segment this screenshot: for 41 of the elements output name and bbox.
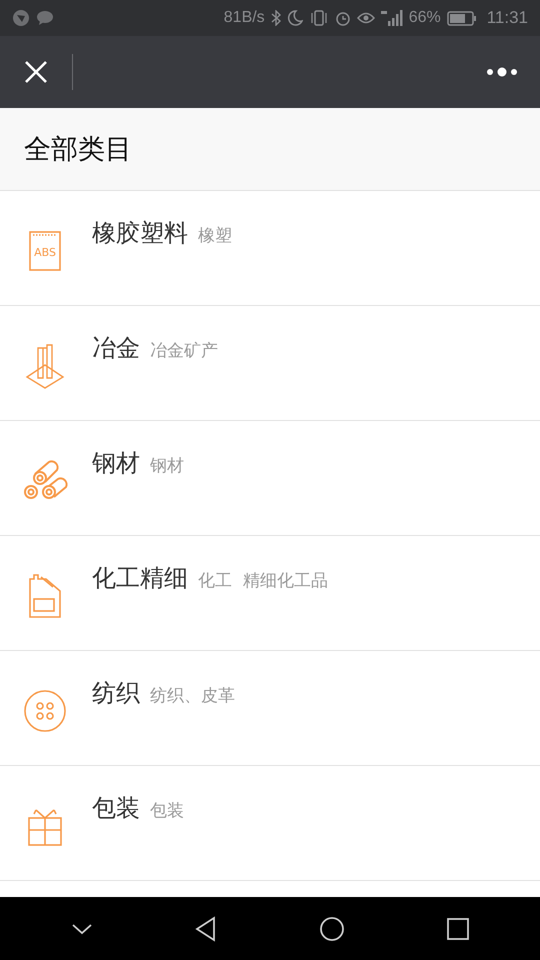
clothing-button-icon [23,689,67,733]
back-button[interactable] [194,916,218,942]
category-description: 包装 [150,800,184,822]
home-button[interactable] [318,916,344,942]
category-item[interactable]: 纺织 纺织、皮革 [0,651,540,766]
eye-icon [356,11,375,25]
moon-icon [286,10,303,26]
category-item[interactable]: ABS 橡胶塑料 橡塑 [0,191,540,306]
category-description: 化工 精细化工品 [198,570,328,592]
page-title: 全部类目 [24,133,132,167]
category-name: 纺织 [92,678,140,709]
recent-apps-button[interactable] [446,916,470,940]
close-button[interactable] [24,60,48,84]
category-description: 橡塑 [198,225,232,247]
category-name: 钢材 [92,448,140,479]
category-item[interactable]: 冶金 冶金矿产 [0,306,540,421]
chat-bubble-icon [36,10,54,26]
document-icon: ABS [29,231,61,271]
category-name: 化工精细 [92,563,188,594]
clock-time: 11:31 [486,8,528,28]
signal-icon [380,10,403,26]
app-notification-icon [12,9,30,27]
collapse-button[interactable] [70,922,92,936]
category-name: 包装 [92,793,140,824]
canister-icon [27,573,63,619]
steel-beam-icon [25,343,65,389]
battery-icon [446,10,477,26]
category-item[interactable]: 钢材 钢材 [0,421,540,536]
category-item[interactable]: 包装 包装 [0,766,540,881]
category-description: 纺织、皮革 [150,685,235,707]
network-speed: 81B/s [224,9,265,27]
bluetooth-icon [270,10,281,26]
vibrate-icon [308,10,329,26]
alarm-clock-icon [334,10,351,26]
category-description: 冶金矿产 [150,340,218,362]
battery-percent: 66% [408,9,441,27]
more-button[interactable] [486,66,518,78]
category-item[interactable]: 化工精细 化工 精细化工品 [0,536,540,651]
category-name: 冶金 [92,333,140,364]
category-name: 橡胶塑料 [92,218,188,249]
category-description: 钢材 [150,455,184,477]
